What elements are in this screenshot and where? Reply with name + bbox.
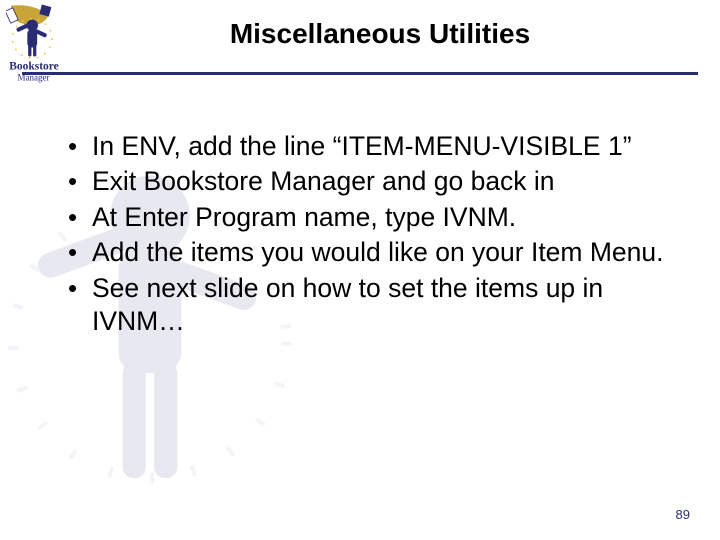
bullet-item: See next slide on how to set the items u… (64, 272, 672, 339)
bullet-item: Add the items you would like on your Ite… (64, 236, 672, 269)
slide-body: In ENV, add the line “ITEM-MENU-VISIBLE … (64, 130, 672, 340)
bullet-item: In ENV, add the line “ITEM-MENU-VISIBLE … (64, 130, 672, 163)
title-underline (22, 72, 698, 75)
bullet-list: In ENV, add the line “ITEM-MENU-VISIBLE … (64, 130, 672, 338)
page-number: 89 (676, 507, 690, 522)
slide-title: Miscellaneous Utilities (100, 18, 660, 50)
bullet-item: Exit Bookstore Manager and go back in (64, 165, 672, 198)
bullet-item: At Enter Program name, type IVNM. (64, 201, 672, 234)
logo-text-line1: Bookstore (9, 61, 59, 73)
